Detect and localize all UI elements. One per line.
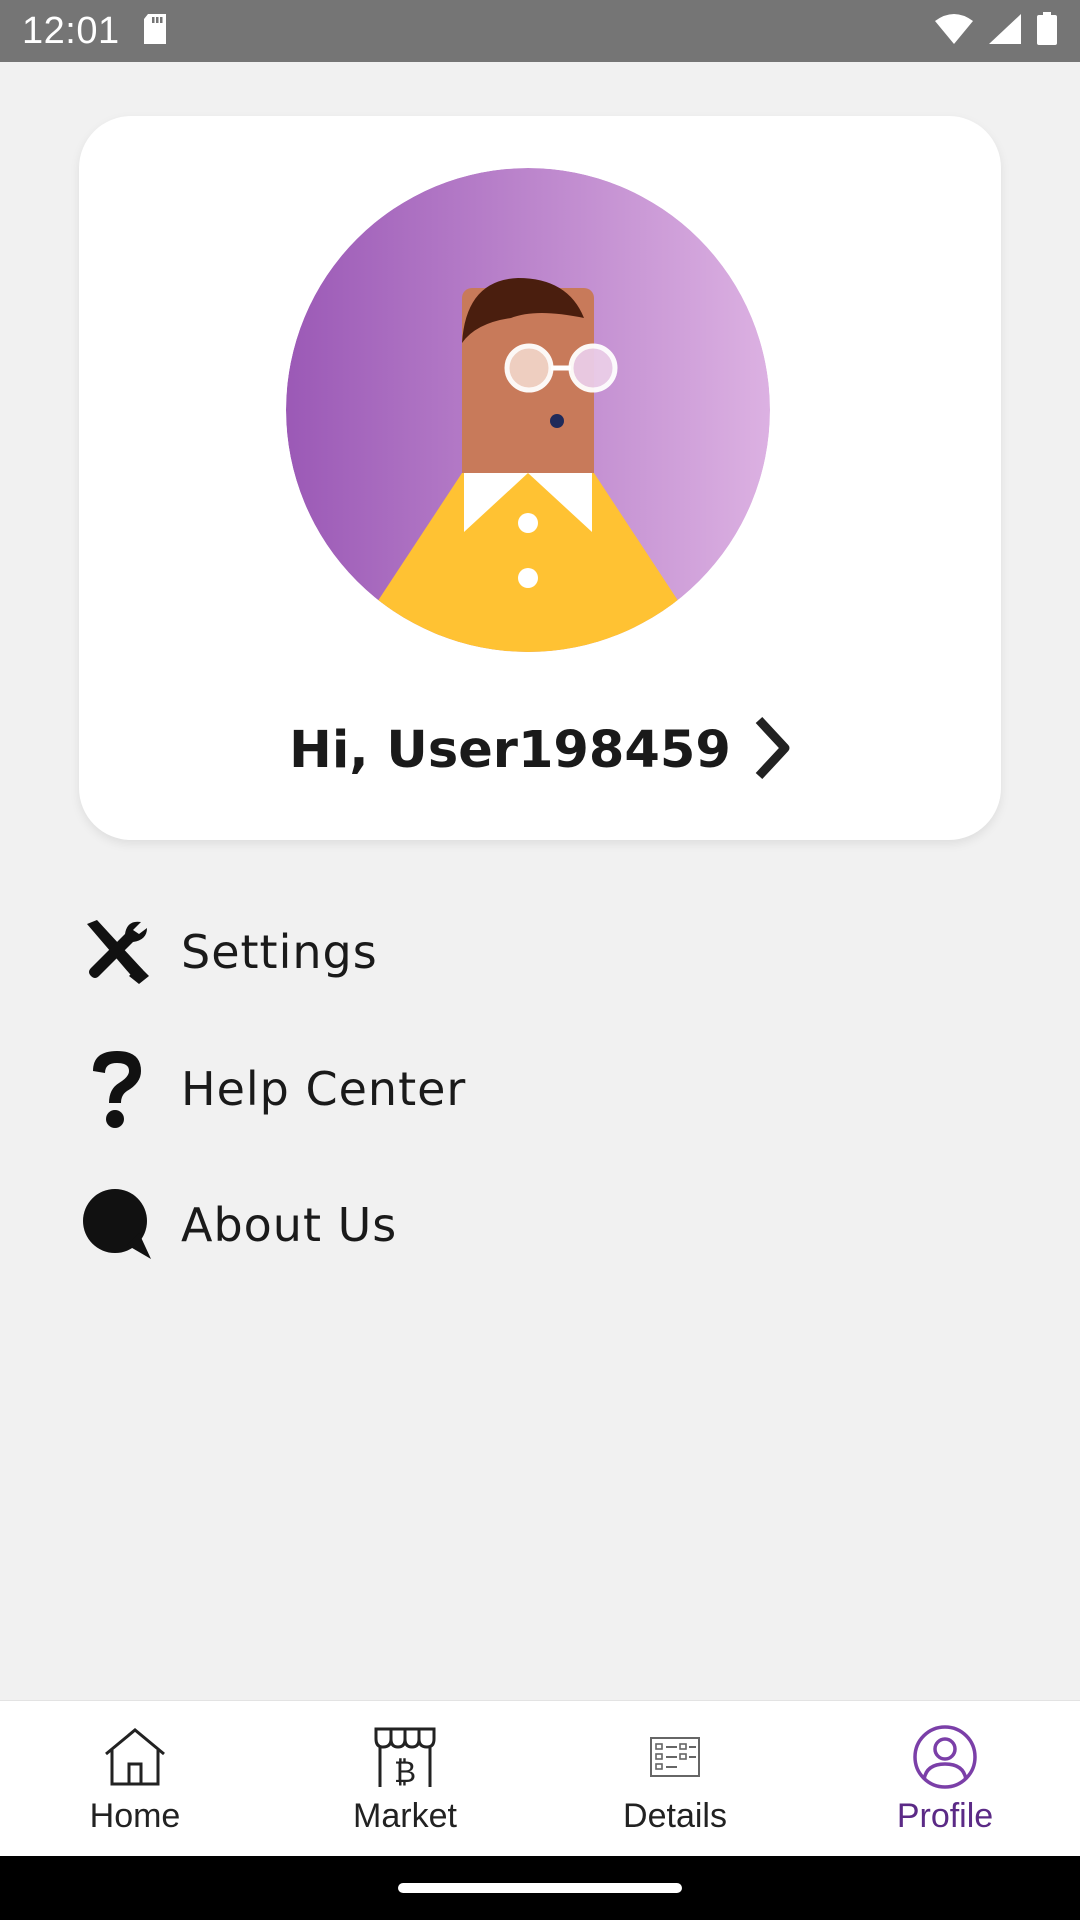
system-navigation-bar	[0, 1856, 1080, 1920]
status-right	[934, 11, 1058, 51]
menu-item-about-us[interactable]: About Us	[79, 1170, 639, 1280]
sd-card-icon	[142, 13, 168, 50]
battery-icon	[1036, 11, 1058, 51]
settings-tools-icon	[79, 912, 155, 992]
menu-label-help-center: Help Center	[181, 1062, 467, 1116]
nav-details[interactable]: Details	[540, 1701, 810, 1856]
greeting-text: Hi, User198459	[289, 720, 731, 780]
chevron-right-icon	[753, 716, 791, 785]
profile-card: Hi, User198459	[79, 116, 1001, 840]
cell-signal-icon	[988, 13, 1022, 50]
nav-label-details: Details	[623, 1797, 727, 1835]
wifi-icon	[934, 13, 974, 50]
details-list-icon	[639, 1721, 711, 1793]
menu-item-settings[interactable]: Settings	[79, 897, 639, 1007]
status-time: 12:01	[22, 9, 120, 52]
nav-profile[interactable]: Profile	[810, 1701, 1080, 1856]
avatar	[286, 168, 770, 652]
chat-bubble-icon	[79, 1185, 155, 1265]
status-left: 12:01	[22, 10, 168, 53]
menu-label-settings: Settings	[181, 925, 378, 979]
greeting-link[interactable]: Hi, User198459	[79, 698, 1001, 802]
market-bitcoin-icon: ₿	[369, 1721, 441, 1793]
menu-item-help-center[interactable]: Help Center	[79, 1034, 639, 1144]
home-gesture-handle[interactable]	[398, 1883, 682, 1893]
profile-user-icon	[909, 1721, 981, 1793]
status-bar: 12:01	[0, 0, 1080, 62]
nav-label-home: Home	[89, 1797, 181, 1835]
nav-market[interactable]: ₿ Market	[270, 1701, 540, 1856]
home-icon	[99, 1721, 171, 1793]
menu-label-about-us: About Us	[181, 1198, 398, 1252]
nav-home[interactable]: Home	[0, 1701, 270, 1856]
nav-label-market: Market	[353, 1797, 457, 1835]
svg-text:₿: ₿	[394, 1755, 416, 1789]
question-mark-icon	[79, 1049, 155, 1129]
nav-label-profile: Profile	[896, 1797, 994, 1835]
bottom-navigation: Home ₿ Market Details Profile	[0, 1700, 1080, 1856]
